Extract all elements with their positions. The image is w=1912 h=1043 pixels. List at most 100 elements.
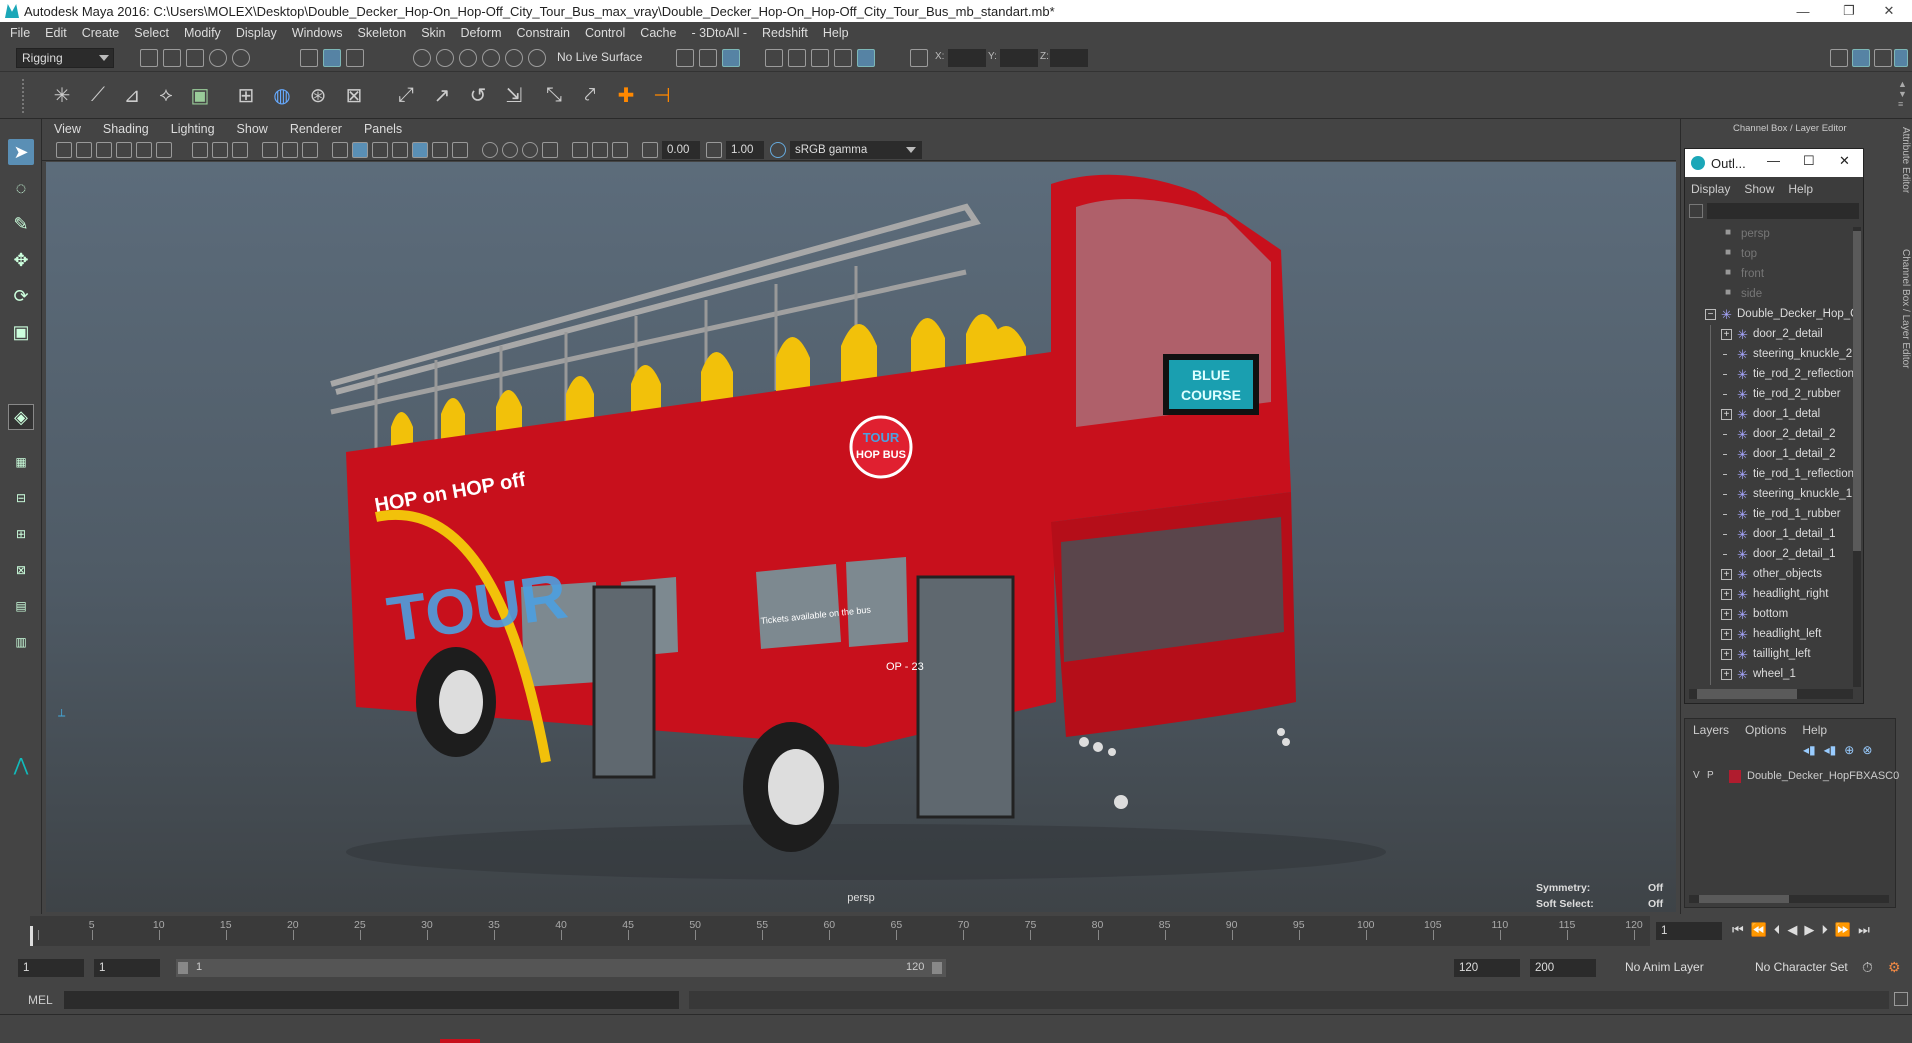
cluster-icon[interactable]: ⊞ [232, 81, 260, 109]
point-constraint-icon[interactable]: ⤢ [392, 81, 420, 109]
outliner-item-door-2-detail[interactable]: + ✳ door_2_detail [1685, 325, 1863, 345]
outliner-item-tie-rod-1-rubber[interactable]: ✳ tie_rod_1_rubber [1685, 505, 1863, 525]
step-back-frame-icon[interactable]: ⏴ [1774, 922, 1781, 938]
script-editor-icon[interactable] [1894, 992, 1908, 1006]
render-settings-icon[interactable] [834, 49, 852, 67]
close-button[interactable]: ✕ [1866, 0, 1912, 22]
anti-aliasing-icon[interactable] [502, 142, 518, 158]
output-ops-icon[interactable] [699, 49, 717, 67]
layer-menu-help[interactable]: Help [1802, 723, 1827, 737]
select-object-icon[interactable] [323, 49, 341, 67]
shelf-scroll-icon[interactable]: ▲ ▼ ≡ [1898, 79, 1907, 109]
layer-visibility[interactable]: V [1693, 770, 1700, 781]
grid-toggle-icon[interactable] [192, 142, 208, 158]
color-space-dropdown[interactable]: sRGB gamma [790, 141, 922, 159]
playback-end-field[interactable]: 120 [1454, 959, 1520, 977]
gate-mask-icon[interactable] [262, 142, 278, 158]
modeling-toolkit-icon[interactable] [1830, 49, 1848, 67]
panel-menu-renderer[interactable]: Renderer [290, 122, 342, 136]
outliner-vscroll[interactable] [1853, 227, 1861, 687]
wireframe-on-shaded-icon[interactable] [372, 142, 388, 158]
channel-box-icon[interactable] [1852, 49, 1870, 67]
select-tool-icon[interactable]: ➤ [8, 139, 34, 165]
outliner-item-persp[interactable]: ■ persp [1685, 225, 1863, 245]
auto-key-icon[interactable]: ⏱ [1862, 959, 1873, 976]
select-component-icon[interactable] [346, 49, 364, 67]
time-slider[interactable]: 5 10 15 20 25 30 35 40 45 50 55 60 65 70 75 80 85 90 95 100… [0, 914, 1912, 948]
outliner-item-tie-rod-2-reflection[interactable]: ✳ tie_rod_2_reflection [1685, 365, 1863, 385]
collapse-icon[interactable]: − [1705, 309, 1716, 320]
resolution-gate-icon[interactable] [232, 142, 248, 158]
field-chart-icon[interactable] [282, 142, 298, 158]
minimize-button[interactable]: — [1780, 0, 1826, 22]
expand-icon[interactable]: + [1721, 669, 1732, 680]
snap-point-icon[interactable] [459, 49, 477, 67]
2d-pan-zoom-icon[interactable] [136, 142, 152, 158]
menu-control[interactable]: Control [585, 26, 625, 40]
outliner-filter-icon[interactable] [1689, 204, 1703, 218]
wrap-icon[interactable]: ⊛ [304, 81, 332, 109]
menu-edit[interactable]: Edit [45, 26, 67, 40]
use-all-lights-icon[interactable] [412, 142, 428, 158]
expand-icon[interactable]: + [1721, 649, 1732, 660]
joint-tool-icon[interactable]: ✳ [48, 81, 76, 109]
step-back-key-icon[interactable]: ⏪ [1751, 922, 1767, 938]
new-layer-selected-icon[interactable]: ⊗ [1862, 743, 1872, 757]
go-to-start-icon[interactable]: ⏮ [1732, 922, 1744, 938]
menu-3dtoall[interactable]: - 3DtoAll - [691, 26, 747, 40]
film-gate-icon[interactable] [212, 142, 228, 158]
expand-icon[interactable]: + [1721, 409, 1732, 420]
paint-select-icon[interactable]: ✎ [8, 211, 34, 237]
outliner-menu-help[interactable]: Help [1788, 182, 1813, 196]
render-view-icon[interactable] [765, 49, 783, 67]
menu-constrain[interactable]: Constrain [517, 26, 571, 40]
outliner-item-steering-knuckle-1[interactable]: ✳ steering_knuckle_1 [1685, 485, 1863, 505]
range-start-handle[interactable] [178, 962, 188, 974]
xray-icon[interactable] [572, 142, 588, 158]
outliner-item-side[interactable]: ■ side [1685, 285, 1863, 305]
layer-menu-layers[interactable]: Layers [1693, 723, 1729, 737]
panel-menu-lighting[interactable]: Lighting [171, 122, 215, 136]
menu-deform[interactable]: Deform [461, 26, 502, 40]
anim-prefs-icon[interactable]: ⚙ [1888, 959, 1901, 976]
menu-set-dropdown[interactable]: Rigging [16, 48, 114, 68]
snap-curve-icon[interactable] [436, 49, 454, 67]
character-set-dropdown[interactable]: No Character Set [1750, 958, 1868, 978]
mel-label[interactable]: MEL [28, 993, 53, 1007]
outliner-item-door-1-detal[interactable]: + ✳ door_1_detal [1685, 405, 1863, 425]
anim-layer-dropdown[interactable]: No Anim Layer [1620, 958, 1738, 978]
color-management-icon[interactable] [770, 142, 786, 158]
start-time-field[interactable]: 1 [18, 959, 84, 977]
xray-active-icon[interactable] [592, 142, 608, 158]
layer-hscroll[interactable] [1689, 895, 1889, 903]
scale-constraint-icon[interactable]: ⇲ [500, 81, 528, 109]
textured-icon[interactable] [392, 142, 408, 158]
outliner-item-steering-knuckle-2[interactable]: ✳ steering_knuckle_2 [1685, 345, 1863, 365]
layout-four-icon[interactable]: ⊟ [8, 485, 34, 511]
go-to-end-icon[interactable]: ⏭ [1858, 922, 1870, 938]
new-layer-icon[interactable]: ⊕ [1844, 743, 1854, 757]
construction-history-icon[interactable] [722, 49, 740, 67]
input-ops-icon[interactable] [676, 49, 694, 67]
outliner-item-headlight-left[interactable]: + ✳ headlight_left [1685, 625, 1863, 645]
outliner-close-icon[interactable]: ✕ [1839, 153, 1850, 169]
scale-tool-icon[interactable]: ▣ [8, 319, 34, 345]
attribute-editor-icon[interactable] [1874, 49, 1892, 67]
layer-color-swatch[interactable] [1729, 770, 1741, 783]
panel-menu-view[interactable]: View [54, 122, 81, 136]
outliner-menu-display[interactable]: Display [1691, 182, 1730, 196]
expand-icon[interactable]: + [1721, 329, 1732, 340]
step-forward-key-icon[interactable]: ⏩ [1835, 922, 1851, 938]
camera-attributes-icon[interactable] [76, 142, 92, 158]
outliner-item-door-1-detail-1[interactable]: ✳ door_1_detail_1 [1685, 525, 1863, 545]
layout-hypershade-icon[interactable]: ▤ [8, 593, 34, 619]
exposure-field[interactable]: 0.00 [662, 141, 700, 159]
layer-row[interactable]: V P Double_Decker_HopFBXASC0 [1685, 767, 1899, 787]
hypershade-icon[interactable] [857, 49, 875, 67]
layout-custom-icon[interactable]: ▥ [8, 629, 34, 655]
motion-blur-icon[interactable] [482, 142, 498, 158]
outliner-hscroll[interactable] [1689, 689, 1853, 699]
aim-constraint-icon[interactable]: ↗ [428, 81, 456, 109]
safe-action-icon[interactable] [302, 142, 318, 158]
menu-file[interactable]: File [10, 26, 30, 40]
